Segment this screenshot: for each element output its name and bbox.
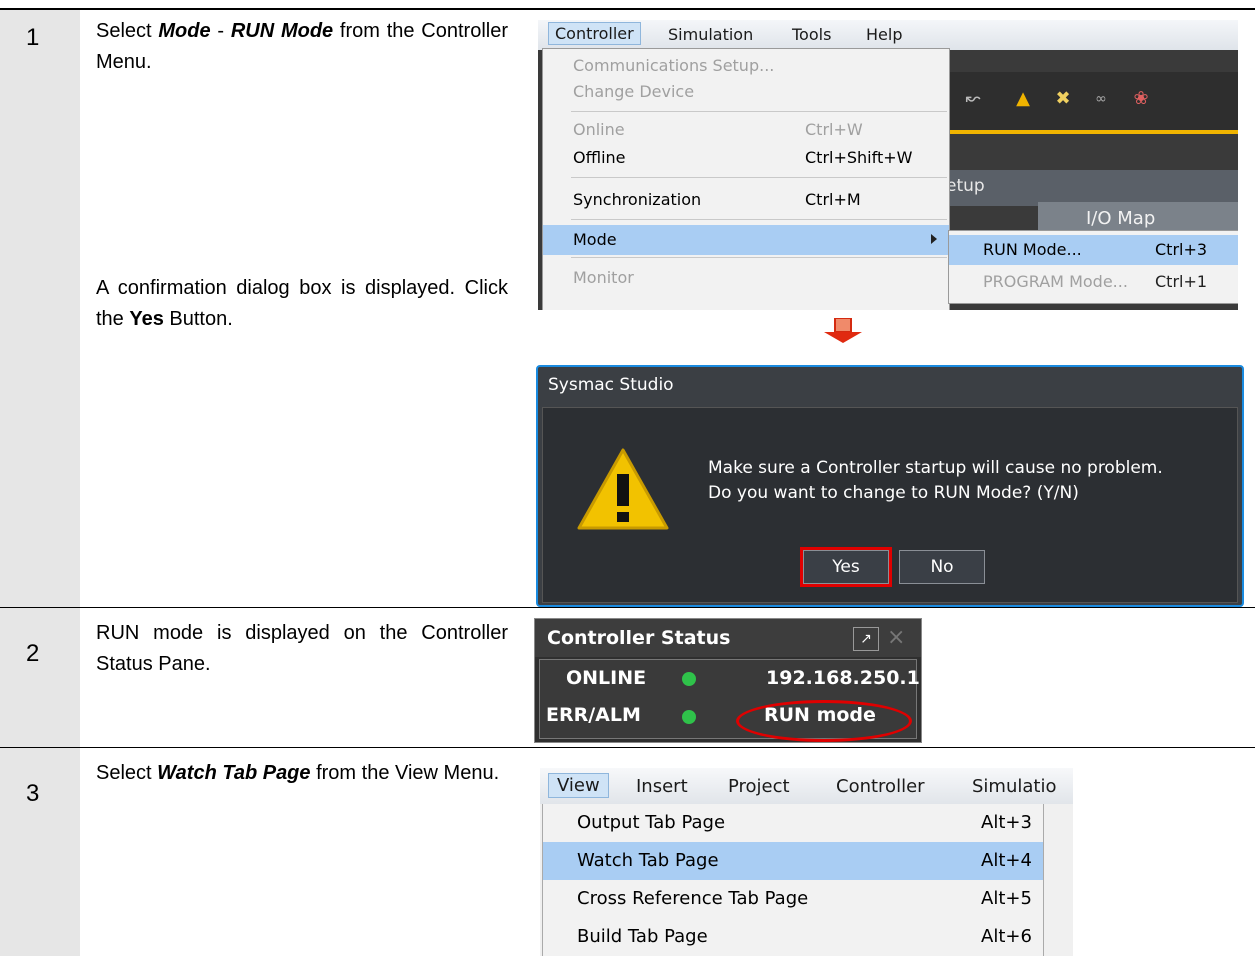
table-top-border — [0, 8, 1255, 10]
menu-item-watch-tab-page[interactable]: Watch Tab Page Alt+4 — [543, 842, 1043, 880]
controller-menu-screenshot: Controller Simulation Tools Help ↜ ▲ ✖ ∞… — [538, 20, 1238, 310]
dialog-message: Make sure a Controller startup will caus… — [708, 458, 1163, 503]
menu-simulation[interactable]: Simulatio — [972, 776, 1056, 797]
menu-item-program-mode[interactable]: PROGRAM Mode... Ctrl+1 — [949, 267, 1238, 297]
dialog-body: Make sure a Controller startup will caus… — [542, 407, 1238, 603]
warning-icon[interactable]: ▲ — [1010, 86, 1036, 112]
toolbar-icon[interactable]: ∞ — [1088, 86, 1114, 112]
row-divider — [0, 607, 1255, 608]
controller-status-pane: Controller Status ↗ × ONLINE 192.168.250… — [534, 618, 922, 743]
online-indicator — [682, 672, 696, 686]
err-alm-label: ERR/ALM — [546, 704, 641, 726]
view-dropdown-menu: Output Tab Page Alt+3 Watch Tab Page Alt+4… — [542, 804, 1044, 956]
clear-warning-icon[interactable]: ✖ — [1050, 86, 1076, 112]
menu-bar: Controller Simulation Tools Help — [538, 20, 1238, 50]
row-divider — [0, 747, 1255, 748]
step-description: A confirmation dialog box is displayed. … — [96, 277, 508, 330]
menu-item-build-tab-page[interactable]: Build Tab Page Alt+6 — [543, 918, 1043, 956]
dialog-title: Sysmac Studio — [548, 375, 674, 395]
no-button[interactable]: No — [899, 550, 985, 584]
menu-tools[interactable]: Tools — [792, 25, 831, 44]
controller-dropdown-menu: Communications Setup... Change Device On… — [542, 48, 950, 310]
menu-item-cross-reference-tab-page[interactable]: Cross Reference Tab Page Alt+5 — [543, 880, 1043, 918]
menu-item-monitor[interactable]: Monitor — [543, 263, 949, 293]
yes-button[interactable]: Yes — [800, 547, 892, 587]
status-content: ONLINE 192.168.250.1 ERR/ALM RUN mode — [539, 659, 920, 742]
step-description: RUN mode is displayed on the Controller … — [96, 622, 508, 675]
float-pane-icon[interactable]: ↗ — [853, 627, 879, 651]
online-label: ONLINE — [566, 667, 647, 689]
toolbar-icon[interactable]: ❀ — [1128, 86, 1154, 112]
menu-item-mode[interactable]: Mode — [543, 225, 949, 255]
menu-project[interactable]: Project — [728, 776, 790, 797]
ip-address: 192.168.250.1 — [766, 667, 920, 689]
toolbar-icon[interactable]: ↜ — [960, 86, 986, 112]
menu-insert[interactable]: Insert — [636, 776, 688, 797]
menu-item-synchronization[interactable]: Synchronization Ctrl+M — [543, 185, 949, 215]
menu-help[interactable]: Help — [866, 25, 902, 44]
menu-item-run-mode[interactable]: RUN Mode... Ctrl+3 — [949, 235, 1238, 265]
step-number: 1 — [26, 24, 40, 51]
mode-submenu: RUN Mode... Ctrl+3 PROGRAM Mode... Ctrl+1 — [948, 230, 1238, 304]
menu-controller[interactable]: Controller — [548, 22, 641, 45]
menu-controller[interactable]: Controller — [836, 776, 925, 797]
step-number: 3 — [26, 780, 40, 807]
submenu-arrow-icon — [931, 234, 937, 244]
step-number-cell — [0, 748, 80, 956]
close-icon[interactable]: × — [887, 625, 905, 650]
down-arrow-icon — [824, 318, 862, 343]
step-number: 2 — [26, 640, 40, 667]
menu-item-output-tab-page[interactable]: Output Tab Page Alt+3 — [543, 804, 1043, 842]
step-description: Select Mode - RUN Mode from the Controll… — [96, 20, 508, 73]
toolbar: ↜ ▲ ✖ ∞ ❀ — [938, 72, 1238, 134]
menu-separator — [571, 177, 947, 178]
step-number-cell — [0, 608, 80, 747]
tab-setup[interactable]: etup — [946, 176, 985, 196]
view-menu-screenshot: View Insert Project Controller Simulatio… — [540, 768, 1073, 956]
menu-separator — [571, 257, 947, 258]
menu-bar: View Insert Project Controller Simulatio — [540, 768, 1073, 804]
step-number-cell — [0, 10, 80, 607]
err-alm-indicator — [682, 710, 696, 724]
step-description: Select Watch Tab Page from the View Menu… — [96, 762, 500, 784]
pane-header: Controller Status ↗ × — [535, 619, 921, 657]
tab-strip: etup — [938, 170, 1238, 206]
menu-simulation[interactable]: Simulation — [668, 25, 753, 44]
menu-view[interactable]: View — [548, 773, 609, 798]
menu-item-offline[interactable]: Offline Ctrl+Shift+W — [543, 143, 949, 173]
menu-item-online[interactable]: Online Ctrl+W — [543, 115, 949, 145]
pane-title: Controller Status — [547, 627, 731, 649]
menu-separator — [571, 219, 947, 220]
menu-separator — [571, 111, 947, 112]
highlight-ellipse — [736, 700, 912, 742]
menu-item-change-device[interactable]: Change Device — [543, 77, 949, 107]
warning-icon — [577, 448, 669, 530]
confirmation-dialog: Sysmac Studio Make sure a Controller sta… — [536, 365, 1244, 607]
